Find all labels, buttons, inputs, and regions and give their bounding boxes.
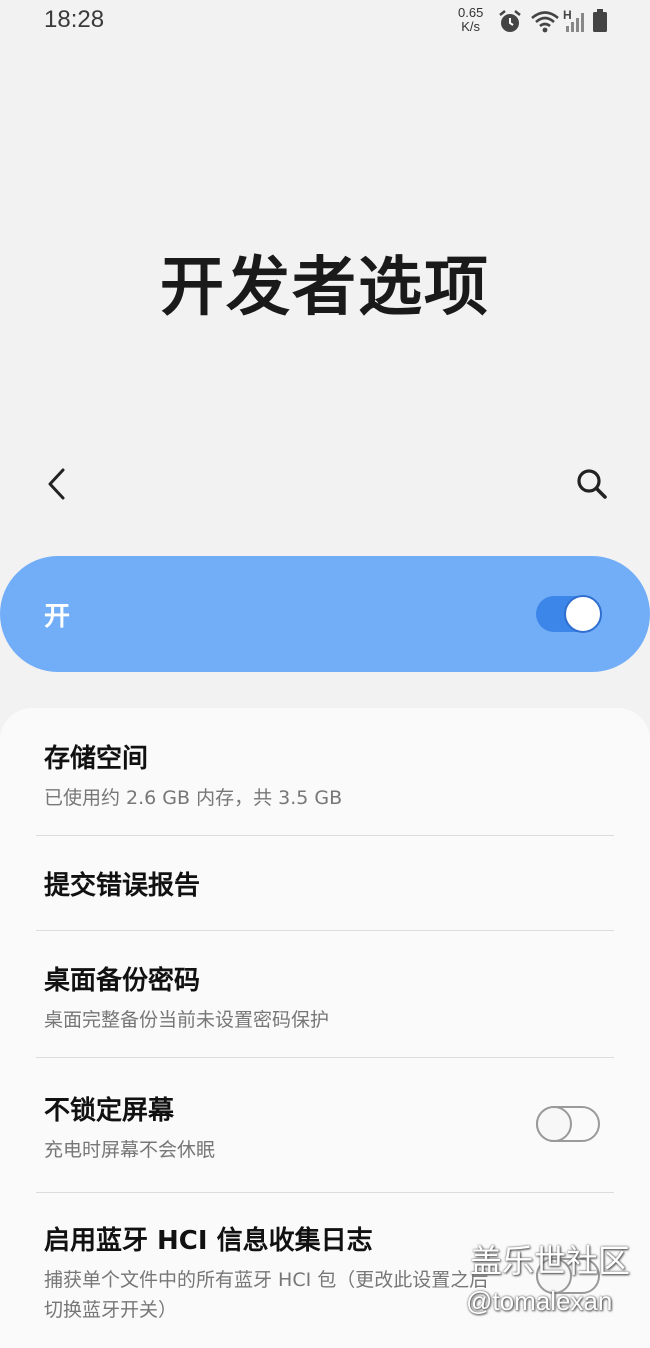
setting-subtitle: 充电时屏幕不会休眠 <box>44 1139 216 1161</box>
toggle-knob <box>564 595 602 633</box>
watermark-author: @tomalexan <box>466 1286 613 1316</box>
stay-awake-toggle[interactable] <box>536 1106 600 1142</box>
divider <box>36 835 614 836</box>
setting-title: 提交错误报告 <box>44 871 201 901</box>
wifi-icon <box>531 11 559 33</box>
setting-stay-awake[interactable]: 不锁定屏幕 充电时屏幕不会休眠 <box>44 1090 604 1165</box>
setting-submit-bug-report[interactable]: 提交错误报告 <box>44 865 604 902</box>
setting-title: 不锁定屏幕 <box>44 1096 175 1126</box>
setting-storage[interactable]: 存储空间 已使用约 2.6 GB 内存，共 3.5 GB <box>44 738 604 813</box>
setting-subtitle: 已使用约 2.6 GB 内存，共 3.5 GB <box>44 787 343 809</box>
setting-subtitle: 桌面完整备份当前未设置密码保护 <box>44 1009 330 1031</box>
alarm-icon <box>499 10 521 32</box>
divider <box>36 930 614 931</box>
signal-icon <box>566 13 584 32</box>
page-title: 开发者选项 <box>160 251 490 325</box>
status-bar: 18:28 0.65 K/s H <box>0 0 650 44</box>
network-speed-value: 0.65 <box>458 5 484 20</box>
setting-title: 桌面备份密码 <box>44 966 201 996</box>
toggle-knob <box>536 1106 572 1142</box>
setting-subtitle: 捕获单个文件中的所有蓝牙 HCI 包（更改此设置之后切换蓝牙开关） <box>44 1269 489 1321</box>
divider <box>36 1192 614 1193</box>
network-speed-unit: K/s <box>461 19 481 34</box>
back-arrow-icon[interactable] <box>42 466 74 502</box>
setting-title: 存储空间 <box>44 744 149 774</box>
master-toggle[interactable] <box>536 595 602 633</box>
developer-options-master-switch[interactable]: 开 <box>0 556 650 672</box>
setting-desktop-backup-password[interactable]: 桌面备份密码 桌面完整备份当前未设置密码保护 <box>44 960 604 1035</box>
divider <box>36 1057 614 1058</box>
watermark-community: 盖乐世社区 <box>470 1242 631 1280</box>
setting-bluetooth-hci-log[interactable]: 启用蓝牙 HCI 信息收集日志 捕获单个文件中的所有蓝牙 HCI 包（更改此设置… <box>44 1220 504 1325</box>
search-icon[interactable] <box>574 466 610 502</box>
setting-title: 启用蓝牙 HCI 信息收集日志 <box>44 1226 373 1256</box>
status-time: 18:28 <box>44 6 105 33</box>
master-switch-label: 开 <box>44 602 71 632</box>
network-speed: 0.65 K/s <box>458 6 483 34</box>
battery-icon <box>593 9 607 32</box>
